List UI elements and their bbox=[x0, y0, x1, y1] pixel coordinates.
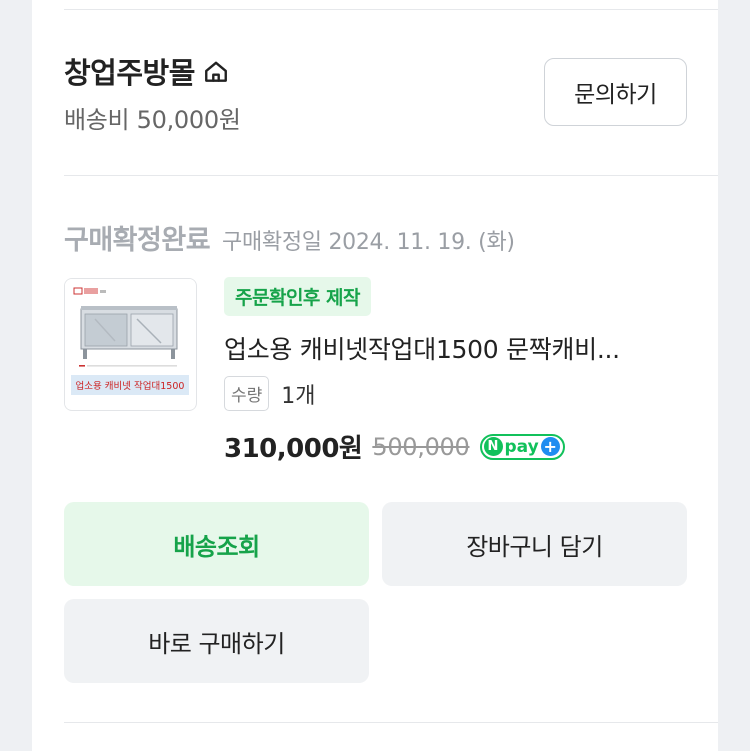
npay-text: pay bbox=[504, 436, 539, 457]
quantity-row: 수량 1개 bbox=[224, 376, 316, 411]
top-divider bbox=[64, 9, 718, 10]
quantity-value: 1개 bbox=[281, 383, 316, 409]
store-divider bbox=[64, 175, 718, 176]
plus-icon: + bbox=[540, 437, 560, 456]
bottom-divider bbox=[64, 722, 718, 723]
thumbnail-caption: 업소용 캐비넷 작업대1500 bbox=[76, 380, 185, 392]
inquiry-button[interactable]: 문의하기 bbox=[544, 58, 687, 126]
store-name[interactable]: 창업주방몰 bbox=[64, 50, 229, 92]
track-delivery-button[interactable]: 배송조회 bbox=[64, 502, 369, 586]
made-to-order-badge: 주문확인후 제작 bbox=[224, 277, 371, 316]
original-price: 500,000 bbox=[372, 432, 470, 461]
buy-now-button[interactable]: 바로 구매하기 bbox=[64, 599, 369, 683]
order-status: 구매확정완료 bbox=[64, 225, 211, 256]
home-icon bbox=[203, 58, 229, 84]
confirmed-date: 구매확정일 2024. 11. 19. (화) bbox=[222, 230, 515, 255]
npay-plus-badge: N pay + bbox=[479, 433, 565, 460]
order-card: 창업주방몰 배송비 50,000원 문의하기 구매확정완료 구매확정일 2024… bbox=[32, 0, 718, 751]
order-status-row: 구매확정완료 구매확정일 2024. 11. 19. (화) bbox=[64, 218, 515, 257]
quantity-label: 수량 bbox=[224, 376, 270, 411]
add-to-cart-button[interactable]: 장바구니 담기 bbox=[382, 502, 687, 586]
npay-n-icon: N bbox=[483, 437, 503, 456]
shipping-fee: 배송비 50,000원 bbox=[64, 106, 241, 134]
product-name[interactable]: 업소용 캐비넷작업대1500 문짝캐비... bbox=[224, 330, 620, 366]
store-name-label: 창업주방몰 bbox=[64, 56, 195, 90]
sale-price: 310,000원 bbox=[224, 434, 363, 464]
price-row: 310,000원 500,000 N pay + bbox=[224, 428, 565, 465]
product-thumbnail[interactable]: 업소용 캐비넷 작업대1500 bbox=[64, 278, 197, 411]
